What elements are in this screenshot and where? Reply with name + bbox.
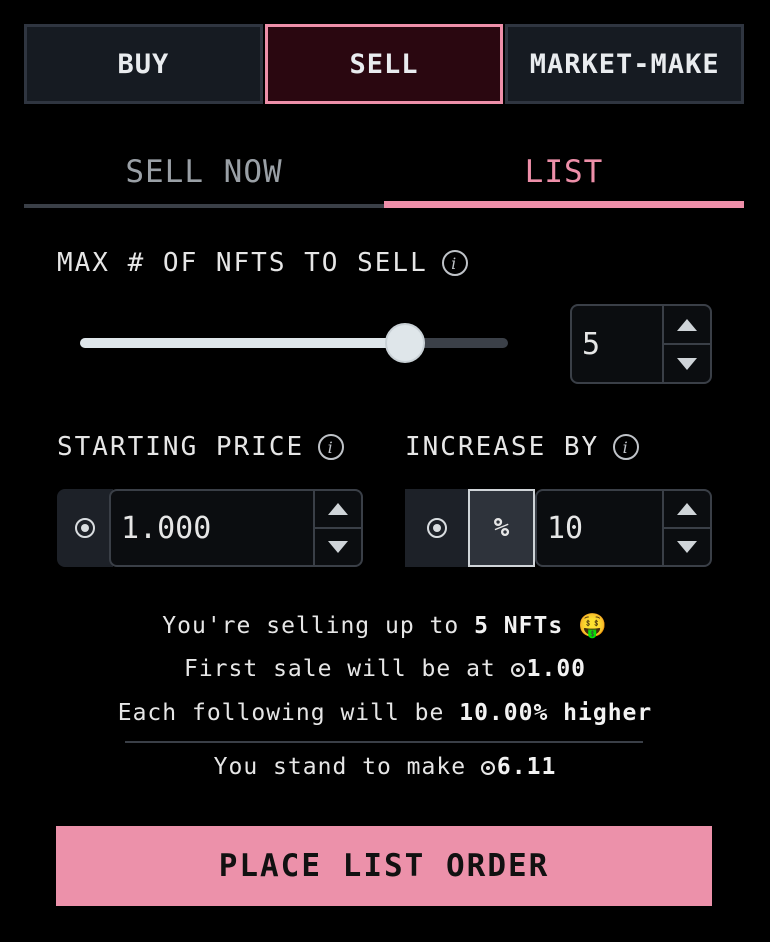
starting-price-label: STARTING PRICE (57, 432, 305, 462)
summary-value: 6.11 (480, 754, 557, 780)
summary-text: Each following will be (117, 700, 460, 726)
info-icon[interactable]: i (318, 434, 345, 460)
max-nfts-stepper: 5 (570, 304, 712, 384)
starting-price-currency (57, 489, 113, 567)
decrement-button[interactable] (315, 527, 361, 565)
tab-sell[interactable]: SELL (264, 24, 504, 104)
tab-list[interactable]: LIST (384, 150, 744, 208)
starting-price-arrows (313, 491, 361, 565)
starting-price-stepper: 1.000 (109, 489, 363, 567)
increase-by-stepper: 10 (535, 489, 712, 567)
arrow-down-icon (328, 541, 348, 553)
coin-icon (75, 518, 95, 538)
slider-fill (80, 338, 406, 348)
info-icon[interactable]: i (441, 250, 468, 276)
total-proceeds: 6.11 (496, 754, 557, 780)
sell-sub-tabs: SELL NOW LIST (24, 150, 744, 208)
summary-nfts: You're selling up to 5 NFTs 🤑 (0, 612, 770, 639)
increase-by-arrows (662, 491, 710, 565)
summary-text: First sale will be at (183, 656, 511, 682)
tab-buy[interactable]: BUY (24, 24, 263, 104)
arrow-up-icon (677, 318, 697, 331)
increment-button[interactable] (315, 491, 361, 527)
increase-type-percent[interactable]: % (468, 489, 535, 567)
max-nfts-arrows (662, 306, 710, 382)
max-nfts-label: MAX # OF NFTS TO SELL (57, 248, 428, 278)
mode-tabs: BUY SELL MARKET-MAKE (24, 24, 745, 104)
increase-by-label: INCREASE BY (405, 432, 600, 462)
summary-divider (125, 741, 643, 743)
tab-sell-now[interactable]: SELL NOW (24, 150, 384, 208)
info-icon[interactable]: i (613, 434, 640, 460)
starting-price-input[interactable]: 1.000 (111, 491, 313, 565)
summary-first-sale: First sale will be at 1.00 (0, 656, 770, 682)
max-nfts-slider[interactable] (80, 320, 508, 366)
max-nfts-label-row: MAX # OF NFTS TO SELL i (57, 248, 468, 278)
summary-total: You stand to make 6.11 (0, 754, 770, 780)
increase-by-label-row: INCREASE BY i (405, 432, 640, 462)
increase-type-toggle: % (405, 489, 535, 567)
increase-type-fixed[interactable] (405, 489, 468, 567)
max-nfts-input[interactable]: 5 (572, 306, 662, 382)
summary-text: You're selling up to (162, 613, 475, 639)
increment-button[interactable] (664, 491, 710, 527)
arrow-down-icon (677, 541, 697, 553)
decrement-button[interactable] (664, 527, 710, 565)
arrow-up-icon (677, 503, 697, 515)
arrow-down-icon (677, 357, 697, 370)
tab-market-make[interactable]: MARKET-MAKE (505, 24, 745, 104)
decrement-button[interactable] (664, 343, 710, 382)
money-face-emoji: 🤑 (578, 613, 608, 639)
coin-icon (480, 761, 495, 775)
arrow-up-icon (328, 503, 348, 515)
summary-value: 5 NFTs (474, 613, 564, 639)
summary-text: You stand to make (213, 754, 481, 780)
summary-increase: Each following will be 10.00% higher (0, 700, 770, 726)
coin-icon (510, 663, 525, 677)
increase-by-input[interactable]: 10 (537, 491, 662, 565)
place-list-order-button[interactable]: PLACE LIST ORDER (56, 826, 712, 906)
summary-value: 10.00% higher (459, 700, 653, 726)
summary-value: 1.00 (510, 656, 587, 682)
first-sale-price: 1.00 (526, 656, 587, 682)
slider-thumb[interactable] (385, 323, 426, 363)
starting-price-label-row: STARTING PRICE i (57, 432, 345, 462)
increment-button[interactable] (664, 306, 710, 343)
coin-icon (426, 518, 447, 538)
